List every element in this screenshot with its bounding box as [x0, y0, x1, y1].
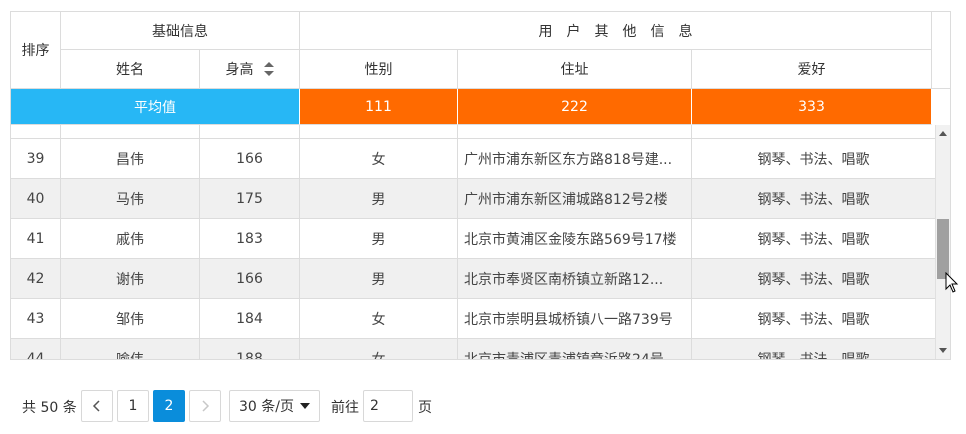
header-index[interactable]: 排序	[11, 12, 61, 89]
cell-name: 谢伟	[61, 259, 200, 299]
table-row[interactable]: 40 马伟 175 男 广州市浦东新区浦城路812号2楼 钢琴、书法、唱歌	[11, 179, 935, 219]
table-row[interactable]: 39 昌伟 166 女 广州市浦东新区东方路818号建... 钢琴、书法、唱歌	[11, 139, 935, 179]
next-page-button[interactable]	[189, 390, 221, 422]
cell-address	[458, 125, 692, 139]
average-hobby-cell: 333	[692, 89, 932, 125]
header-gender[interactable]: 性别	[300, 50, 458, 89]
average-hobby-value: 333	[798, 98, 825, 115]
cell-address: 北京市奉贤区南桥镇立新路12...	[458, 259, 692, 299]
header-hobby[interactable]: 爱好	[692, 50, 932, 89]
cell-address: 广州市浦东新区浦城路812号2楼	[458, 179, 692, 219]
cell-index: 43	[11, 299, 61, 339]
page-size-value: 30 条/页	[239, 399, 294, 415]
average-label: 平均值	[134, 99, 176, 116]
cell-index: 39	[11, 139, 61, 179]
page-button-1[interactable]: 1	[117, 390, 149, 422]
cell-hobby: 钢琴、书法、唱歌	[692, 179, 935, 219]
cell-name: 昌伟	[61, 139, 200, 179]
prev-page-button[interactable]	[81, 390, 113, 422]
cell-name: 戚伟	[61, 219, 200, 259]
cell-hobby: 钢琴、书法、唱歌	[692, 339, 935, 360]
table-row[interactable]: 43 邹伟 184 女 北京市崇明县城桥镇八一路739号 钢琴、书法、唱歌	[11, 299, 935, 339]
cell-index: 40	[11, 179, 61, 219]
cell-height: 188	[200, 339, 300, 359]
cell-index	[11, 125, 61, 139]
vertical-scrollbar[interactable]	[935, 125, 950, 359]
goto-suffix: 页	[418, 400, 432, 416]
average-address-cell: 222	[458, 89, 692, 125]
mouse-cursor-icon	[945, 272, 959, 293]
cell-height: 175	[200, 179, 300, 219]
cell-address: 北京市黄浦区金陵东路569号17楼	[458, 219, 692, 259]
header-height[interactable]: 身高	[200, 50, 300, 89]
cell-gender: 男	[300, 179, 458, 219]
average-label-cell: 平均值	[11, 89, 300, 125]
table-row[interactable]: 42 谢伟 166 男 北京市奉贤区南桥镇立新路12... 钢琴、书法、唱歌	[11, 259, 935, 299]
average-address-value: 222	[561, 98, 588, 115]
header-index-label: 排序	[21, 43, 50, 59]
cell-height: 183	[200, 219, 300, 259]
goto-page-input[interactable]: 2	[363, 390, 413, 422]
page-button-2[interactable]: 2	[153, 390, 185, 422]
cell-height: 184	[200, 299, 300, 339]
header-group-basic: 基础信息	[61, 12, 300, 50]
data-table: 排序 基础信息 用 户 其 他 信 息 姓名 身高 性别 住址 爱好 平均值 1…	[10, 11, 951, 360]
cell-address: 北京市青浦区青浦镇章浜路24号	[458, 339, 692, 359]
header-name-label: 姓名	[116, 62, 144, 78]
header-group-basic-label: 基础信息	[152, 23, 208, 40]
goto-prefix: 前往	[331, 400, 359, 416]
cell-height: 166	[200, 139, 300, 179]
header-group-other-label: 用 户 其 他 信 息	[538, 23, 693, 40]
sort-icon[interactable]	[263, 62, 274, 76]
cell-gender: 女	[300, 339, 458, 359]
cell-index: 42	[11, 259, 61, 299]
cell-hobby: 钢琴、书法、唱歌	[692, 259, 935, 299]
table-row[interactable]: 44 喻伟 188 女 北京市青浦区青浦镇章浜路24号 钢琴、书法、唱歌	[11, 339, 935, 359]
table-row[interactable]	[11, 125, 935, 139]
chevron-right-icon	[202, 400, 210, 412]
scrollbar-thumb[interactable]	[937, 219, 949, 279]
scroll-up-icon[interactable]	[939, 131, 947, 136]
scroll-down-icon[interactable]	[939, 348, 947, 353]
table-row[interactable]: 41 戚伟 183 男 北京市黄浦区金陵东路569号17楼 钢琴、书法、唱歌	[11, 219, 935, 259]
cell-gender: 女	[300, 299, 458, 339]
cell-name: 喻伟	[61, 339, 200, 359]
cell-hobby: 钢琴、书法、唱歌	[692, 139, 935, 179]
dropdown-arrow-icon	[299, 403, 310, 409]
cell-name: 马伟	[61, 179, 200, 219]
goto-page-value: 2	[370, 398, 379, 414]
cell-index: 41	[11, 219, 61, 259]
header-height-label: 身高	[225, 62, 254, 78]
header-hobby-label: 爱好	[797, 62, 826, 78]
cell-hobby: 钢琴、书法、唱歌	[692, 299, 935, 339]
cell-height	[200, 125, 300, 139]
cell-name: 邹伟	[61, 299, 200, 339]
header-group-other: 用 户 其 他 信 息	[300, 12, 932, 50]
header-address-label: 住址	[560, 62, 589, 78]
pagination: 共 50 条 1 2 30 条/页 前往 2 页	[0, 390, 600, 424]
cell-gender: 女	[300, 139, 458, 179]
chevron-left-icon	[92, 400, 100, 412]
cell-name	[61, 125, 200, 139]
header-name[interactable]: 姓名	[61, 50, 200, 89]
cell-address: 北京市崇明县城桥镇八一路739号	[458, 299, 692, 339]
page-size-select[interactable]: 30 条/页	[229, 390, 320, 422]
total-count: 共 50 条	[22, 400, 77, 416]
cell-gender: 男	[300, 259, 458, 299]
cell-index: 44	[11, 339, 61, 359]
header-gender-label: 性别	[364, 62, 393, 78]
header-address[interactable]: 住址	[458, 50, 692, 89]
header-scroll-gutter	[932, 12, 950, 89]
average-gender-cell: 111	[300, 89, 458, 125]
cell-address: 广州市浦东新区东方路818号建...	[458, 139, 692, 179]
cell-gender	[300, 125, 458, 139]
cell-height: 166	[200, 259, 300, 299]
cell-gender: 男	[300, 219, 458, 259]
table-body[interactable]: 39 昌伟 166 女 广州市浦东新区东方路818号建... 钢琴、书法、唱歌 …	[11, 125, 935, 359]
cell-hobby: 钢琴、书法、唱歌	[692, 219, 935, 259]
average-gender-value: 111	[365, 98, 392, 115]
cell-hobby	[692, 125, 935, 139]
